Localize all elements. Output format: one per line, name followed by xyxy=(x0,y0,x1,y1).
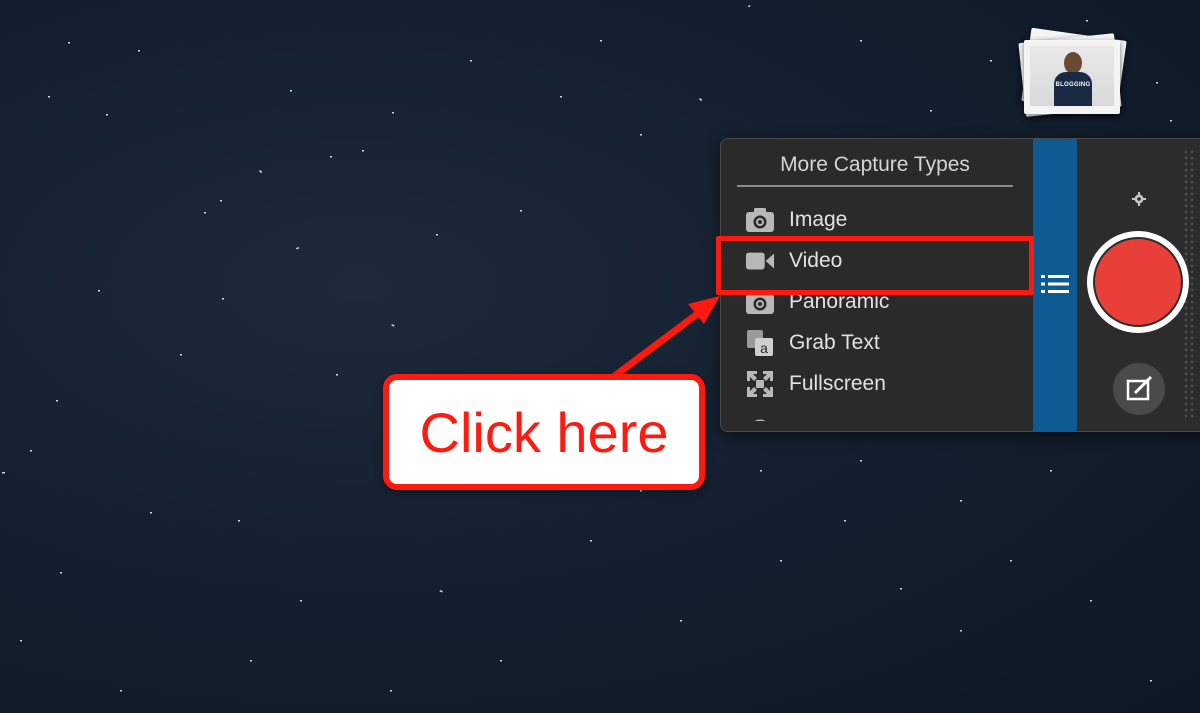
menu-title: More Capture Types xyxy=(780,153,970,176)
menu-item-fullscreen[interactable]: Fullscreen xyxy=(745,367,1025,401)
video-highlight-box xyxy=(716,236,1034,295)
capture-record-button[interactable] xyxy=(1087,231,1189,333)
menu-divider xyxy=(737,185,1013,187)
menu-item-more-partial xyxy=(745,409,1025,421)
fullscreen-icon xyxy=(745,369,775,399)
menu-item-grab-text[interactable]: a Grab Text xyxy=(745,326,1025,360)
thumbnail-caption: BLOGGING xyxy=(1055,82,1091,88)
edit-capture-button[interactable] xyxy=(1113,363,1165,415)
thumbnail-person-body xyxy=(1054,72,1092,106)
callout-text: Click here xyxy=(419,400,669,464)
recent-capture-thumbnail[interactable]: BLOGGING xyxy=(1018,27,1130,124)
thumbnail-person-head xyxy=(1064,52,1082,74)
click-here-callout: Click here xyxy=(383,374,705,490)
menu-item-label: Grab Text xyxy=(789,331,880,354)
thumbnail-photo: BLOGGING xyxy=(1030,46,1114,106)
record-button-core xyxy=(1095,239,1181,325)
svg-text:a: a xyxy=(760,340,768,356)
edit-icon xyxy=(1126,375,1153,401)
menu-item-label: Fullscreen xyxy=(789,372,886,395)
menu-item-label: Image xyxy=(789,208,848,231)
thumbnail-card-front: BLOGGING xyxy=(1024,40,1120,114)
camera-icon xyxy=(745,205,775,235)
list-menu-icon[interactable] xyxy=(1037,269,1073,299)
gear-icon[interactable] xyxy=(1129,189,1149,209)
grab-text-icon: a xyxy=(745,328,775,358)
menu-item-image[interactable]: Image xyxy=(745,203,1025,237)
partial-item-icon xyxy=(745,409,775,421)
record-button-ring xyxy=(1093,237,1183,327)
